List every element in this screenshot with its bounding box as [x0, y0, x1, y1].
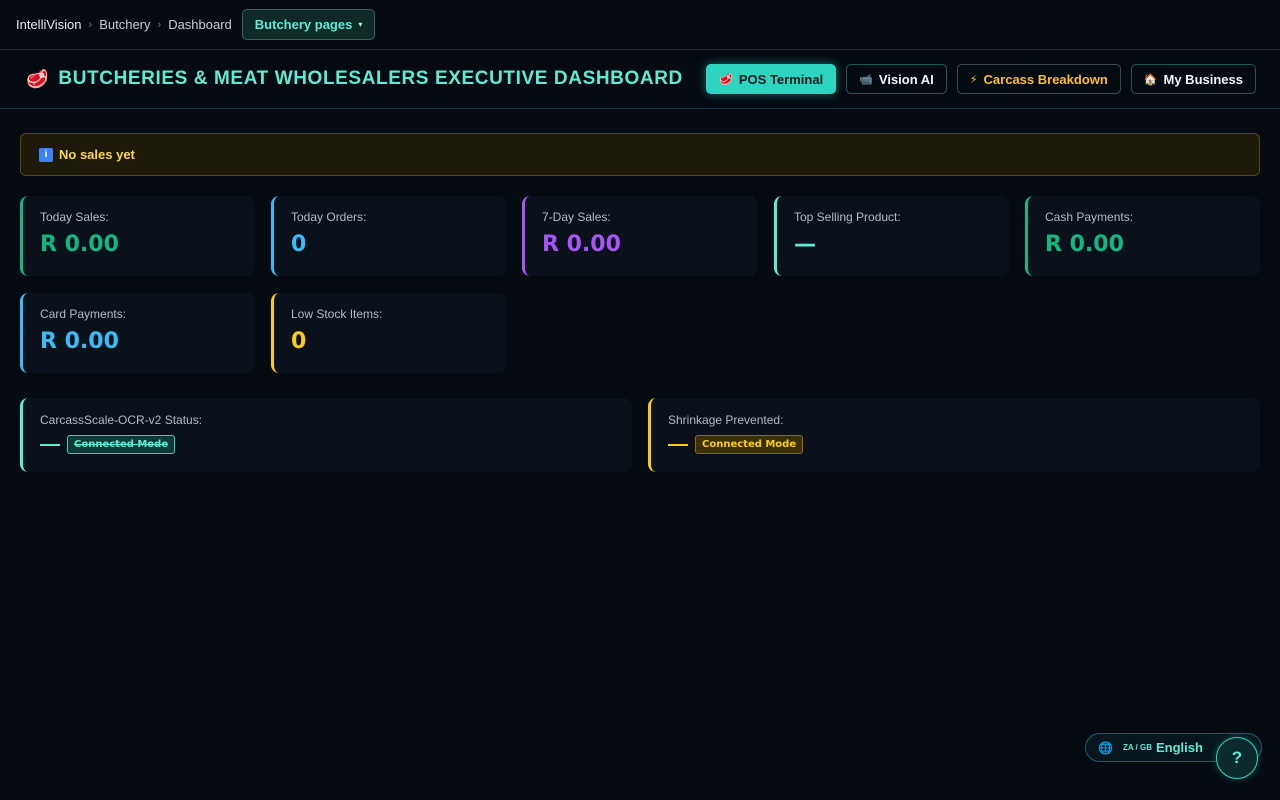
pos-terminal-label: POS Terminal	[738, 71, 824, 87]
breadcrumb: IntelliVision › Butchery › Dashboard But…	[0, 0, 1280, 50]
butchery-pages-dropdown[interactable]: Butchery pages ▾	[241, 9, 376, 40]
status-label: CarcassScale-OCR-v2 Status:	[40, 413, 203, 427]
stat-label: Card Payments:	[40, 307, 127, 321]
stat-card-top-selling-product: Top Selling Product: —	[774, 196, 1009, 276]
lightning-icon: ⚡	[969, 73, 978, 86]
my-business-label: My Business	[1163, 71, 1243, 87]
breadcrumb-item-intellivision[interactable]: IntelliVision	[16, 17, 82, 32]
stat-label: Low Stock Items:	[291, 307, 383, 321]
stat-card-low-stock-items: Low Stock Items: 0	[271, 293, 506, 373]
meat-icon: 🥩	[719, 73, 733, 86]
stat-value: R 0.00	[542, 232, 621, 257]
stat-value: R 0.00	[40, 232, 119, 257]
stat-label: Today Orders:	[291, 210, 367, 224]
butchery-pages-label: Butchery pages	[254, 17, 353, 32]
stat-card-today-orders: Today Orders: 0	[271, 196, 506, 276]
breadcrumb-separator: ›	[88, 18, 93, 31]
carcass-breakdown-button[interactable]: ⚡ Carcass Breakdown	[956, 64, 1121, 94]
stat-label: 7-Day Sales:	[542, 210, 611, 224]
pos-terminal-button[interactable]: 🥩 POS Terminal	[706, 64, 837, 94]
stat-value: 0	[291, 232, 307, 257]
info-icon: i	[39, 147, 53, 162]
breadcrumb-separator: ›	[157, 18, 162, 31]
camera-icon: 📹	[859, 73, 873, 86]
breadcrumb-item-dashboard: Dashboard	[168, 17, 232, 32]
stat-value: —	[794, 232, 816, 257]
language-label: English	[1156, 740, 1203, 755]
stat-value: 0	[291, 329, 307, 354]
stat-label: Today Sales:	[40, 210, 109, 224]
chevron-down-icon: ▾	[358, 20, 363, 29]
globe-icon: 🌐	[1098, 740, 1113, 755]
flag-icons: ZA / GB	[1122, 743, 1152, 752]
status-badge: Connected Mode	[695, 435, 804, 454]
stat-value: R 0.00	[40, 329, 119, 354]
house-icon: 🏠	[1143, 73, 1158, 86]
stat-label: Top Selling Product:	[794, 210, 901, 224]
breadcrumb-item-butchery[interactable]: Butchery	[99, 17, 150, 32]
no-sales-alert: i No sales yet	[20, 133, 1260, 176]
stat-card-card-payments: Card Payments: R 0.00	[20, 293, 255, 373]
vision-ai-label: Vision AI	[878, 71, 934, 87]
page-header: 🥩 BUTCHERIES & MEAT WHOLESALERS EXECUTIV…	[0, 50, 1280, 109]
carcass-breakdown-label: Carcass Breakdown	[983, 71, 1108, 87]
status-dash	[40, 443, 60, 446]
stat-card-cash-payments: Cash Payments: R 0.00	[1025, 196, 1260, 276]
status-label: Shrinkage Prevented:	[668, 413, 784, 427]
stat-card-today-sales: Today Sales: R 0.00	[20, 196, 255, 276]
status-badge: Connected Mode	[67, 435, 176, 454]
stat-card-7-day-sales: 7-Day Sales: R 0.00	[522, 196, 757, 276]
status-dash	[668, 443, 688, 446]
my-business-button[interactable]: 🏠 My Business	[1130, 64, 1256, 94]
status-card-shrinkage-prevented: Shrinkage Prevented: Connected Mode	[648, 398, 1260, 472]
alert-text: No sales yet	[59, 147, 135, 162]
header-actions: 🥩 POS Terminal 📹 Vision AI ⚡ Carcass Bre…	[706, 64, 1256, 94]
stat-label: Cash Payments:	[1045, 210, 1134, 224]
meat-icon: 🥩	[26, 68, 49, 89]
stat-value: R 0.00	[1045, 232, 1124, 257]
help-button[interactable]: ?	[1216, 737, 1258, 779]
status-card-carcassscale-ocr: CarcassScale-OCR-v2 Status: Connected Mo…	[20, 398, 632, 472]
vision-ai-button[interactable]: 📹 Vision AI	[846, 64, 947, 94]
page-title: BUTCHERIES & MEAT WHOLESALERS EXECUTIVE …	[58, 68, 683, 89]
